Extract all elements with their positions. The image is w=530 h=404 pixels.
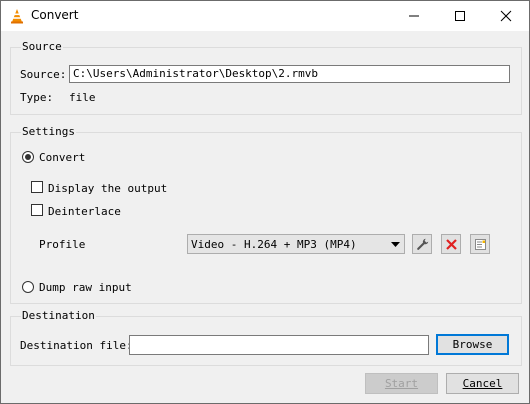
browse-button[interactable]: Browse xyxy=(436,334,509,355)
profile-label: Profile xyxy=(39,238,86,251)
convert-radio-label[interactable]: Convert xyxy=(39,151,85,164)
start-button-label: Start xyxy=(384,377,419,390)
red-x-icon xyxy=(446,239,457,250)
title-bar[interactable]: Convert xyxy=(1,1,529,31)
deinterlace-checkbox[interactable] xyxy=(31,204,43,216)
cancel-button[interactable]: Cancel xyxy=(446,373,519,394)
window-title: Convert xyxy=(31,8,79,22)
new-profile-button[interactable] xyxy=(470,234,490,254)
destination-group-title: Destination xyxy=(21,309,96,322)
wrench-icon xyxy=(417,238,429,250)
source-label: Source: xyxy=(20,68,67,81)
dump-raw-radio[interactable] xyxy=(22,281,34,293)
close-icon xyxy=(500,10,512,22)
cancel-button-label: Cancel xyxy=(462,377,503,390)
edit-profile-button[interactable] xyxy=(412,234,432,254)
source-group-title: Source xyxy=(21,40,63,53)
maximize-button[interactable] xyxy=(437,1,483,31)
vlc-cone-icon xyxy=(9,8,25,24)
chevron-down-icon xyxy=(391,242,400,247)
start-button[interactable]: Start xyxy=(365,373,438,394)
display-output-label[interactable]: Display the output xyxy=(48,182,167,195)
display-output-checkbox[interactable] xyxy=(31,181,43,193)
settings-group-title: Settings xyxy=(21,125,76,138)
type-value: file xyxy=(69,91,96,104)
destination-file-input[interactable] xyxy=(129,335,429,355)
deinterlace-label[interactable]: Deinterlace xyxy=(48,205,121,218)
type-label: Type: xyxy=(20,91,54,104)
convert-radio[interactable] xyxy=(22,151,34,163)
profile-select-value: Video - H.264 + MP3 (MP4) xyxy=(191,238,357,251)
close-button[interactable] xyxy=(483,1,529,31)
destination-file-label: Destination file: xyxy=(20,339,133,352)
dump-raw-label[interactable]: Dump raw input xyxy=(39,281,132,294)
new-profile-icon xyxy=(475,239,486,250)
delete-profile-button[interactable] xyxy=(441,234,461,254)
convert-dialog: Convert Source Source: C:\Users\Administ… xyxy=(0,0,530,404)
minimize-icon xyxy=(409,15,419,17)
profile-select[interactable]: Video - H.264 + MP3 (MP4) xyxy=(187,234,405,254)
maximize-icon xyxy=(455,11,465,21)
settings-group: Settings xyxy=(10,125,522,304)
source-input[interactable]: C:\Users\Administrator\Desktop\2.rmvb xyxy=(69,65,510,83)
minimize-button[interactable] xyxy=(391,1,437,31)
